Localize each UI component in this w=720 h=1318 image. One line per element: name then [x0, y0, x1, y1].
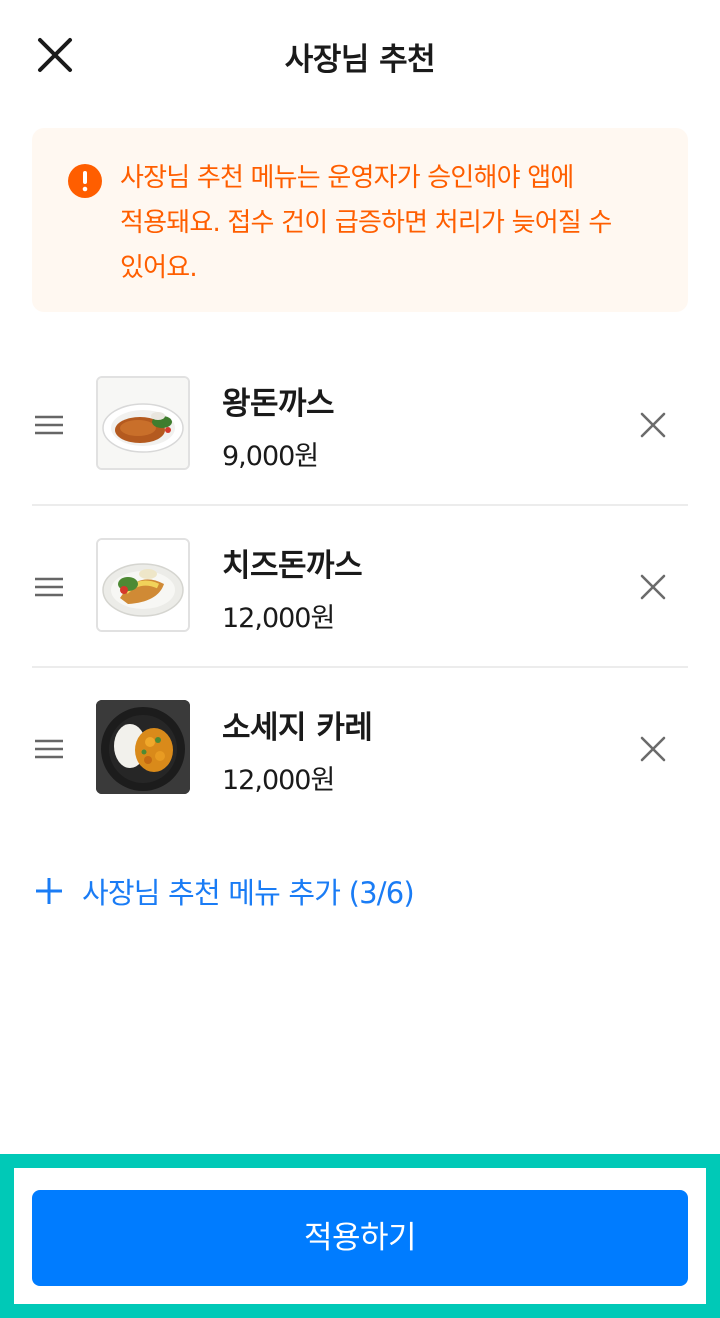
menu-name: 왕돈까스 [222, 386, 335, 422]
sausage-curry-photo [96, 700, 190, 794]
close-icon [640, 736, 666, 762]
remove-item-button[interactable] [632, 566, 674, 608]
drag-handle-icon[interactable] [32, 408, 66, 442]
menu-price: 12,000원 [222, 603, 335, 634]
remove-item-button[interactable] [632, 404, 674, 446]
menu-thumbnail [96, 376, 190, 470]
add-menu-label: 사장님 추천 메뉴 추가 (3/6) [82, 876, 415, 910]
list-item: 치즈돈까스 12,000원 [32, 506, 688, 668]
notice-text: 사장님 추천 메뉴는 운영자가 승인해야 앱에 적용돼요. 접수 건이 급증하면… [120, 163, 612, 283]
list-item: 왕돈까스 9,000원 [32, 344, 688, 506]
plus-icon [32, 874, 66, 908]
warning-icon [68, 164, 102, 198]
add-menu-button[interactable]: 사장님 추천 메뉴 추가 (3/6) [32, 868, 415, 914]
menu-price: 12,000원 [222, 765, 335, 796]
apply-button[interactable]: 적용하기 [32, 1190, 688, 1286]
menu-thumbnail [96, 700, 190, 794]
menu-thumbnail [96, 538, 190, 632]
close-icon [640, 412, 666, 438]
cheese-cutlet-photo [98, 540, 188, 630]
drag-handle-icon[interactable] [32, 732, 66, 766]
menu-price: 9,000원 [222, 441, 319, 472]
menu-name: 치즈돈까스 [222, 548, 363, 584]
drag-handle-icon[interactable] [32, 570, 66, 604]
list-item: 소세지 카레 12,000원 [32, 668, 688, 830]
menu-list: 왕돈까스 9,000원 치즈돈까스 12,000원 소세지 카레 12,000원 [32, 344, 688, 830]
header: 사장님 추천 [0, 0, 720, 110]
notice-box: 사장님 추천 메뉴는 운영자가 승인해야 앱에 적용돼요. 접수 건이 급증하면… [32, 128, 688, 312]
page-title: 사장님 추천 [284, 42, 436, 78]
menu-name: 소세지 카레 [222, 710, 373, 746]
pork-cutlet-photo [98, 378, 188, 468]
remove-item-button[interactable] [632, 728, 674, 770]
close-icon [640, 574, 666, 600]
